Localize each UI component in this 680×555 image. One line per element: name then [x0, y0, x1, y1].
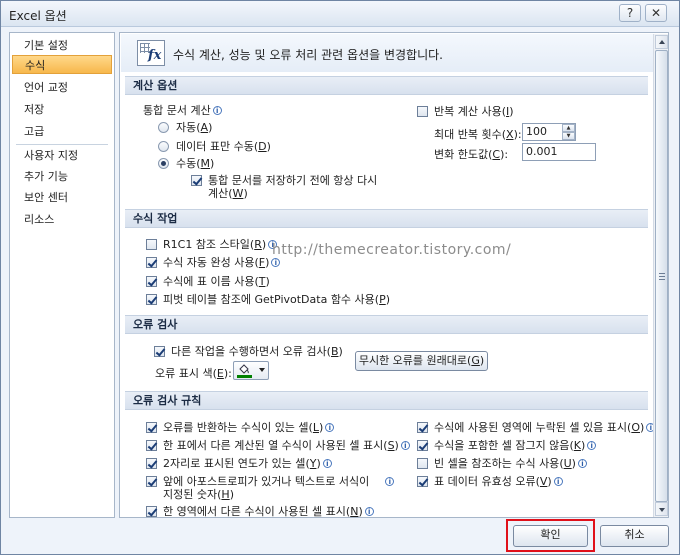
max-change-label: 변화 한도값(C):	[434, 148, 509, 161]
checkbox-checked-icon	[417, 422, 428, 433]
section-error-checking: 오류 검사	[125, 315, 648, 334]
max-change-input[interactable]: 0.001	[522, 143, 596, 161]
recalc-before-save-line2: 계산(W)	[208, 187, 248, 200]
close-button[interactable]: ✕	[645, 4, 667, 22]
panel-header-text: 수식 계산, 성능 및 오류 처리 관련 옵션을 변경합니다.	[173, 48, 443, 62]
checkbox-checked-icon	[146, 476, 157, 487]
max-iterations-spinner[interactable]: ▲ ▼	[562, 124, 575, 140]
cancel-button[interactable]: 취소	[600, 525, 669, 547]
checkbox-rule-table-validation[interactable]: 표 데이터 유효성 오류(V) i	[417, 473, 563, 489]
radio-selected-icon	[158, 158, 169, 169]
checkbox-background-error-check[interactable]: 다른 작업을 수행하면서 오류 검사(B)	[154, 343, 343, 359]
checkbox-rule-inconsistent-column[interactable]: 한 표에서 다른 계산된 열 수식이 사용된 셀 표시(S) i	[146, 437, 410, 453]
radio-manual[interactable]: 수동(M)	[158, 155, 214, 171]
checkbox-checked-icon	[417, 476, 428, 487]
sidebar-item-advanced[interactable]: 고급	[12, 122, 112, 141]
formula-fx-icon: fx	[137, 40, 165, 66]
info-icon: i	[553, 477, 563, 486]
watermark-url: http://themecreator.tistory.com/	[272, 242, 512, 258]
error-color-swatch	[237, 375, 252, 378]
checkbox-checked-icon	[146, 506, 157, 517]
info-icon: i	[325, 423, 335, 432]
info-icon: i	[400, 441, 410, 450]
sidebar-item-resources[interactable]: 리소스	[12, 210, 112, 229]
info-icon: i	[322, 459, 332, 468]
checkbox-checked-icon	[146, 276, 157, 287]
sidebar-item-save[interactable]: 저장	[12, 100, 112, 119]
scrollbar-thumb[interactable]	[655, 50, 668, 502]
section-calculation-options: 계산 옵션	[125, 76, 648, 95]
options-content-panel: fx 수식 계산, 성능 및 오류 처리 관련 옵션을 변경합니다. 계산 옵션…	[119, 32, 669, 518]
info-icon: i	[577, 459, 587, 468]
sidebar-item-trust-center[interactable]: 보안 센터	[12, 188, 112, 207]
checkbox-unchecked-icon	[146, 239, 157, 250]
info-icon: i	[212, 106, 222, 115]
sidebar-divider	[16, 144, 108, 145]
info-icon: i	[587, 441, 597, 450]
info-icon: i	[385, 477, 395, 486]
checkbox-unchecked-icon	[417, 458, 428, 469]
excel-options-dialog: Excel 옵션 ? ✕ 기본 설정 수식 언어 교정 저장 고급 사용자 지정…	[0, 0, 680, 555]
checkbox-getpivotdata[interactable]: 피벗 테이블 참조에 GetPivotData 함수 사용(P)	[146, 291, 390, 307]
checkbox-rule-two-digit-years[interactable]: 2자리로 표시된 연도가 있는 셀(Y) i	[146, 455, 332, 471]
radio-automatic[interactable]: 자동(A)	[158, 119, 212, 135]
checkbox-iterative-calc[interactable]: 반복 계산 사용(I)	[417, 103, 514, 119]
checkbox-rule-omit-cells[interactable]: 수식에 사용된 영역에 누락된 셀 있음 표시(O) i	[417, 419, 656, 435]
spin-up-icon: ▲	[562, 124, 575, 132]
sidebar-item-customize[interactable]: 사용자 지정	[12, 146, 112, 165]
checkbox-table-names[interactable]: 수식에 표 이름 사용(T)	[146, 273, 270, 289]
error-color-label: 오류 표시 색(E):	[155, 367, 232, 380]
checkbox-checked-icon	[146, 422, 157, 433]
sidebar-item-general[interactable]: 기본 설정	[12, 36, 112, 55]
dropdown-arrow-icon	[259, 368, 265, 372]
help-button[interactable]: ?	[619, 4, 641, 22]
checkbox-rule-inconsistent-formula[interactable]: 한 영역에서 다른 수식이 사용된 셀 표시(N) i	[146, 503, 374, 519]
spin-down-icon: ▼	[562, 132, 575, 140]
checkbox-checked-icon	[417, 440, 428, 451]
info-icon: i	[271, 258, 281, 267]
checkbox-checked-icon	[146, 294, 157, 305]
checkbox-unchecked-icon	[417, 106, 428, 117]
checkbox-rule-error-formula[interactable]: 오류를 반환하는 수식이 있는 셀(L) i	[146, 419, 335, 435]
sidebar-item-formulas[interactable]: 수식	[12, 55, 112, 74]
radio-circle-icon	[158, 141, 169, 152]
sidebar-item-addins[interactable]: 추가 기능	[12, 167, 112, 186]
reset-ignored-errors-button[interactable]: 무시한 오류를 원래대로(G)	[355, 351, 488, 371]
section-error-checking-rules: 오류 검사 규칙	[125, 391, 648, 410]
checkbox-checked-icon	[146, 458, 157, 469]
title-bar: Excel 옵션 ? ✕	[1, 1, 679, 27]
scroll-up-arrow-icon[interactable]	[655, 35, 668, 49]
paint-bucket-icon	[239, 364, 249, 374]
max-iterations-label: 최대 반복 횟수(X):	[434, 128, 522, 141]
window-title: Excel 옵션	[9, 9, 67, 23]
checkbox-checked-icon	[146, 257, 157, 268]
checkbox-checked-icon	[154, 346, 165, 357]
section-working-with-formulas: 수식 작업	[125, 209, 648, 228]
checkbox-formula-autocomplete[interactable]: 수식 자동 완성 사용(F) i	[146, 254, 281, 270]
vertical-scrollbar[interactable]	[653, 34, 668, 517]
workbook-calculation-label: 통합 문서 계산 i	[143, 102, 222, 118]
checkbox-rule-empty-cells[interactable]: 빈 셀을 참조하는 수식 사용(U) i	[417, 455, 587, 471]
checkbox-checked-icon	[191, 175, 202, 186]
category-sidebar: 기본 설정 수식 언어 교정 저장 고급 사용자 지정 추가 기능 보안 센터 …	[9, 32, 115, 518]
scroll-down-arrow-icon[interactable]	[655, 502, 668, 516]
radio-circle-icon	[158, 122, 169, 133]
info-icon: i	[364, 507, 374, 516]
rule-text-numbers-line2: 지정된 숫자(H)	[163, 488, 234, 501]
panel-header: fx 수식 계산, 성능 및 오류 처리 관련 옵션을 변경합니다.	[121, 34, 653, 72]
error-color-picker[interactable]	[233, 361, 269, 380]
sidebar-item-proofing[interactable]: 언어 교정	[12, 78, 112, 97]
checkbox-rule-unlocked-cells[interactable]: 수식을 포함한 셀 잠그지 않음(K) i	[417, 437, 597, 453]
radio-automatic-except-tables[interactable]: 데이터 표만 수동(D)	[158, 138, 271, 154]
checkbox-checked-icon	[146, 440, 157, 451]
ok-button-highlight-box	[506, 519, 595, 552]
checkbox-r1c1-reference[interactable]: R1C1 참조 스타일(R) i	[146, 236, 278, 252]
